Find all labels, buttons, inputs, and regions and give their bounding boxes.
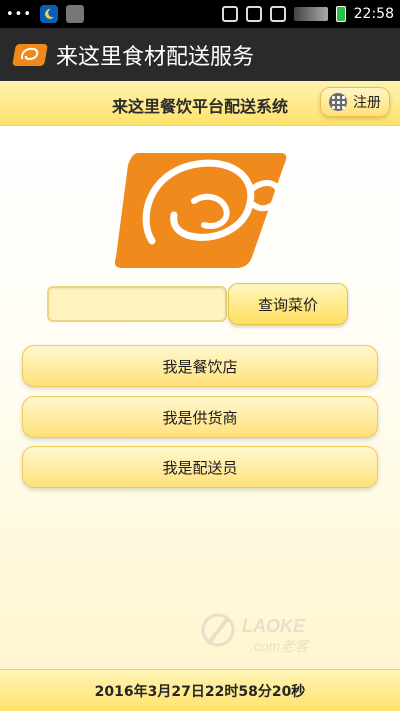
status-right: 22:58 bbox=[221, 6, 394, 22]
app-title: 来这里食材配送服务 bbox=[56, 44, 255, 70]
android-icon bbox=[66, 5, 85, 23]
phone-icon bbox=[245, 6, 262, 22]
app-title-bar: 来这里食材配送服务 bbox=[0, 28, 400, 81]
watermark-main: LAOKE bbox=[242, 616, 306, 636]
status-time: 22:58 bbox=[353, 6, 394, 22]
battery-icon bbox=[335, 6, 346, 22]
register-label: 注册 bbox=[353, 95, 381, 111]
app-logo-icon[interactable] bbox=[12, 43, 48, 66]
brand-logo-icon bbox=[114, 153, 287, 268]
restaurant-role-button[interactable]: 我是餐饮店 bbox=[22, 345, 378, 387]
query-price-button[interactable]: 查询菜价 bbox=[228, 283, 348, 325]
wifi-icon bbox=[269, 6, 286, 22]
alarm-icon bbox=[221, 6, 238, 22]
grid-icon bbox=[329, 93, 347, 111]
watermark-sub: .com老客 bbox=[250, 638, 310, 654]
status-left: ••• bbox=[6, 5, 85, 23]
watermark-logo: LAOKE .com老客 bbox=[200, 608, 360, 658]
header-band: 来这里餐饮平台配送系统 注册 bbox=[0, 81, 400, 126]
courier-role-button[interactable]: 我是配送员 bbox=[22, 446, 378, 488]
register-button[interactable]: 注册 bbox=[320, 87, 390, 117]
supplier-role-button[interactable]: 我是供货商 bbox=[22, 396, 378, 438]
status-bar: ••• 22:58 bbox=[0, 0, 400, 28]
signal-icon bbox=[293, 7, 328, 21]
moon-icon bbox=[40, 5, 59, 23]
overflow-dots: ••• bbox=[6, 6, 33, 22]
footer-datetime: 2016年3月27日22时58分20秒 bbox=[0, 669, 400, 711]
price-search-input[interactable] bbox=[47, 286, 227, 322]
